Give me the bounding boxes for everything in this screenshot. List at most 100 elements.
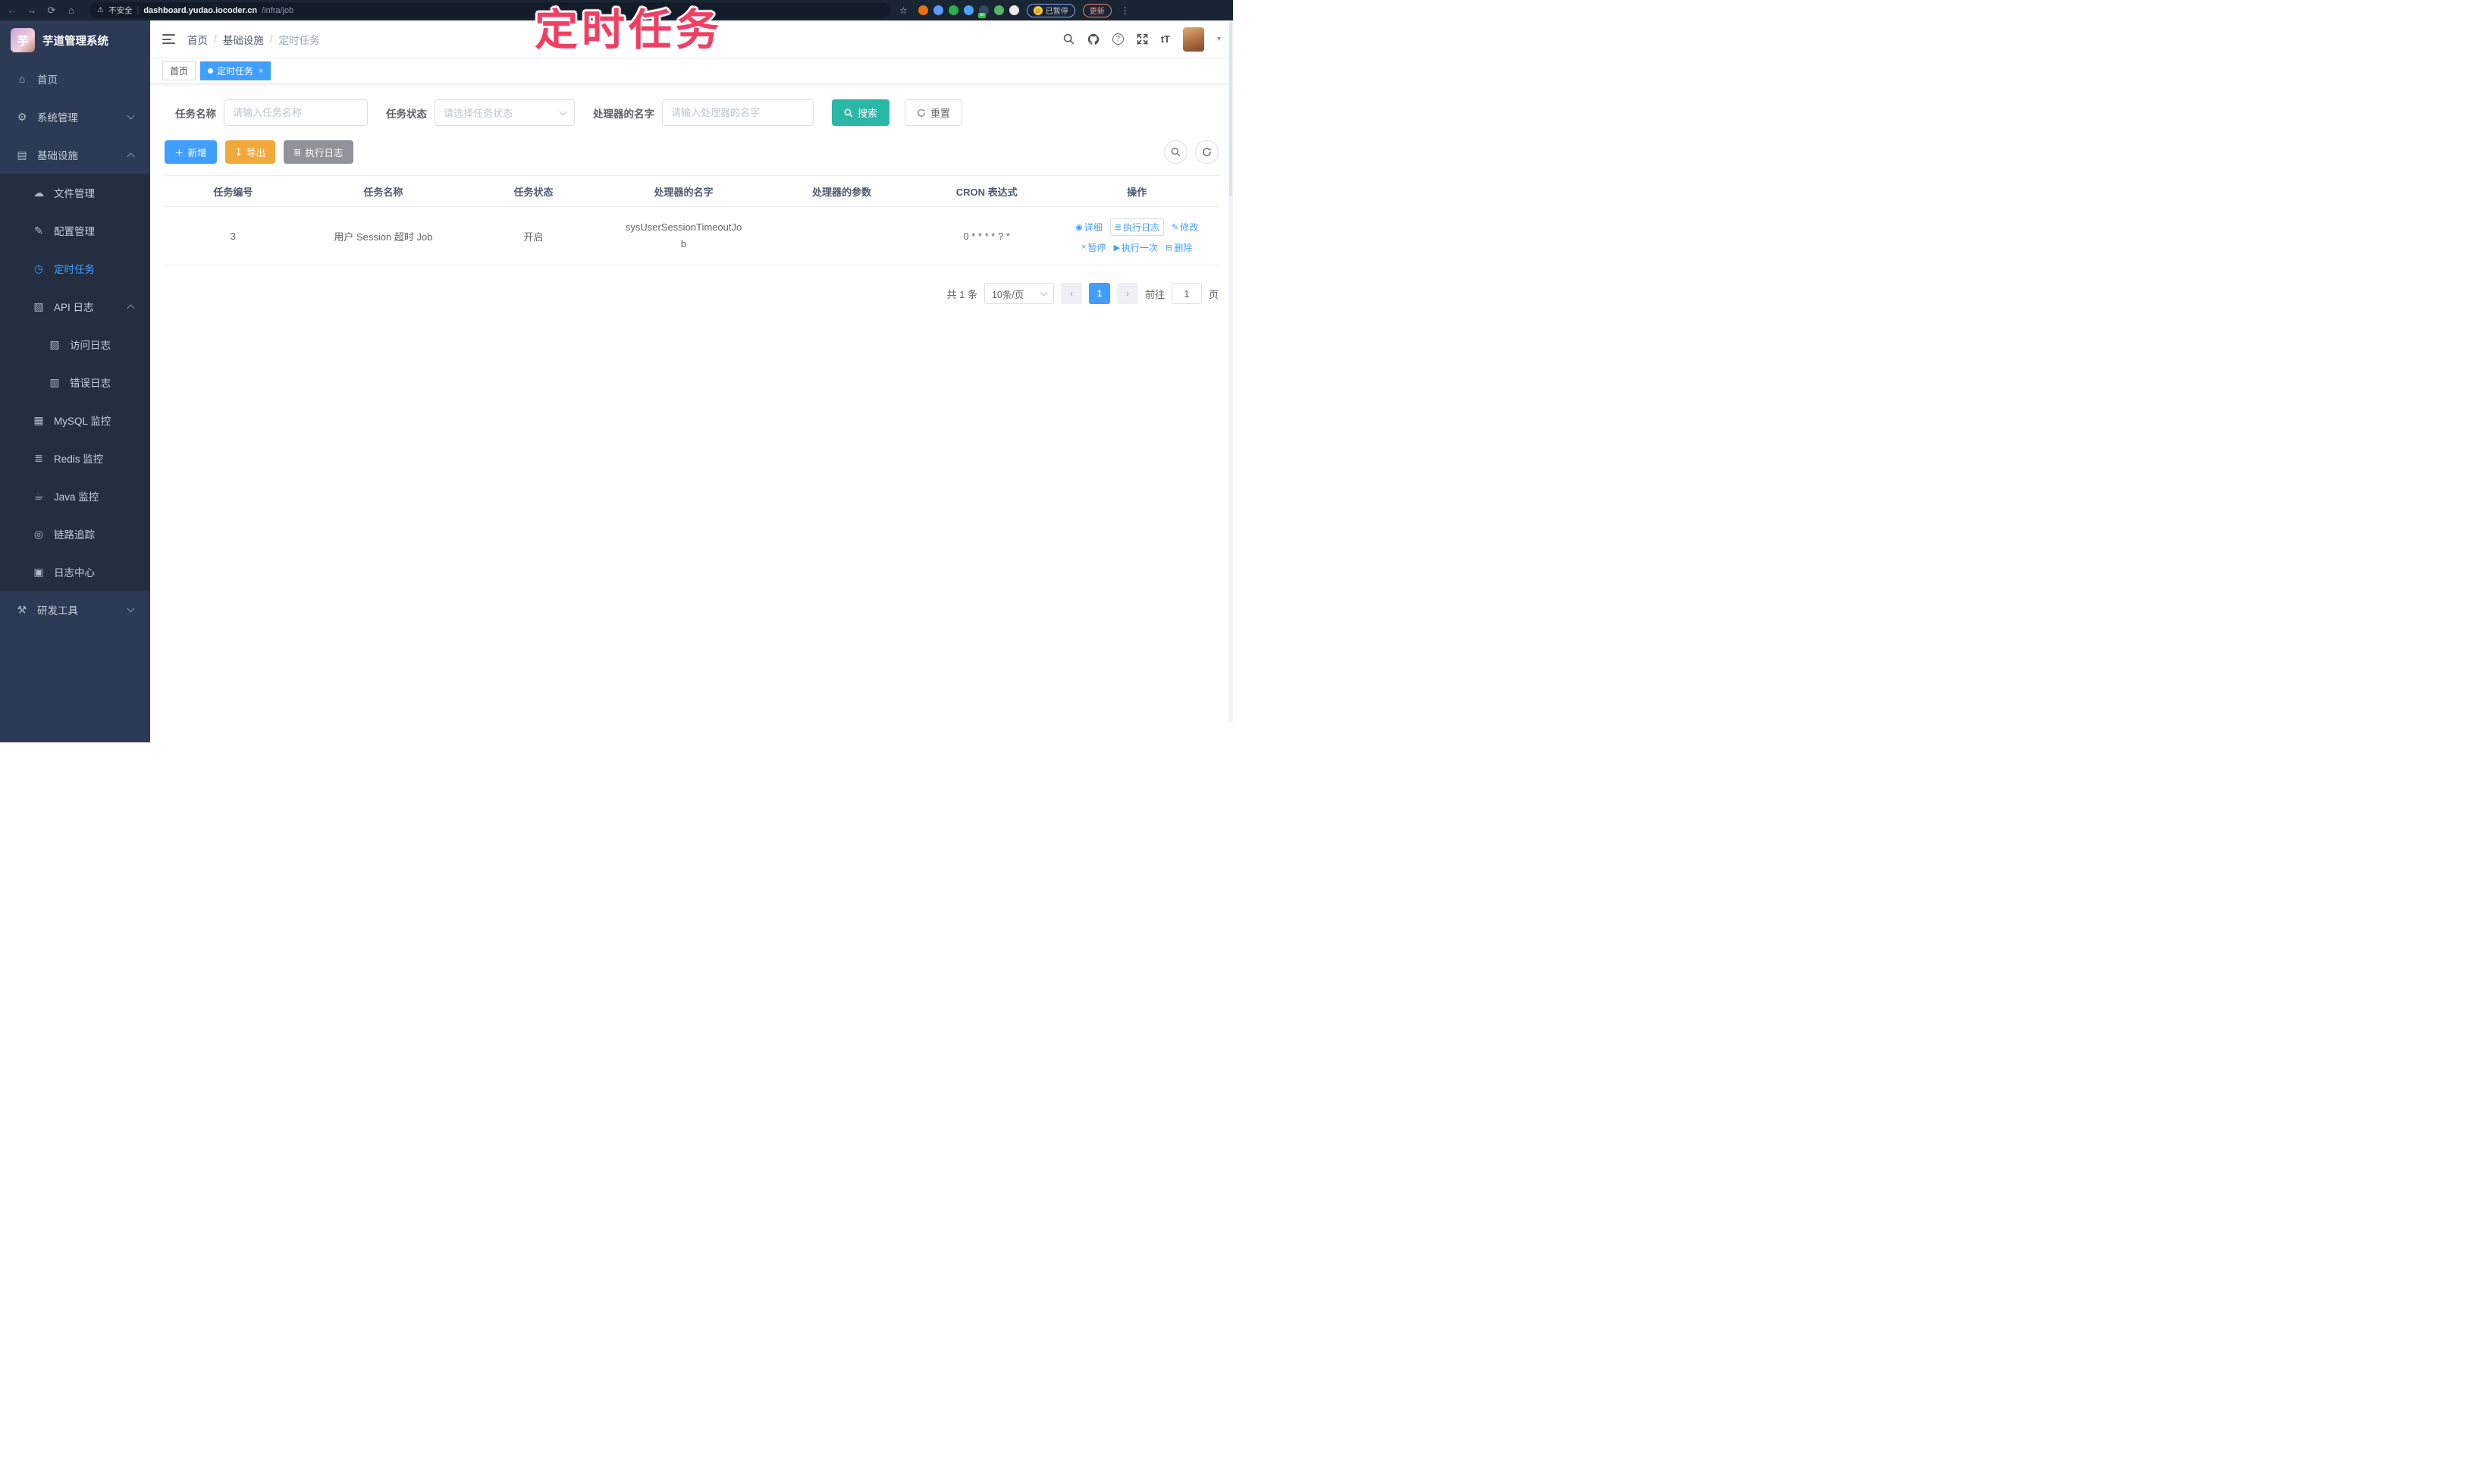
tag-close-icon[interactable]: × — [259, 67, 263, 76]
redis-icon: ≣ — [34, 451, 43, 464]
run-once-link[interactable]: ▶ 执行一次 — [1114, 241, 1158, 254]
extension-orange-icon[interactable] — [918, 5, 928, 15]
sidebar-item-dev-tools[interactable]: ⚒ 研发工具 — [0, 591, 150, 629]
sidebar-item-infra[interactable]: ▤ 基础设施 — [0, 136, 150, 174]
browser-reload-icon[interactable]: ⟳ — [45, 5, 58, 17]
extension-lighthouse-icon[interactable] — [963, 5, 974, 15]
download-icon: ↧ — [234, 147, 243, 158]
sidebar-item-api-log[interactable]: ▧ API 日志 — [0, 287, 150, 325]
filter-form: 任务名称 任务状态 请选择任务状态 处理器的名字 搜索 — [165, 99, 1219, 126]
job-status-select[interactable]: 请选择任务状态 — [435, 99, 575, 126]
export-button[interactable]: ↧ 导出 — [224, 140, 276, 164]
row-exec-log-link[interactable]: ≣ 执行日志 — [1109, 218, 1165, 236]
breadcrumb-infra[interactable]: 基础设施 — [223, 32, 264, 47]
bookmark-star-icon[interactable]: ☆ — [899, 5, 908, 16]
pause-link[interactable]: × 暂停 — [1081, 241, 1106, 254]
edit-link[interactable]: ✎ 修改 — [1172, 221, 1198, 234]
plus-icon: ＋ — [174, 148, 184, 158]
sidebar-item-job[interactable]: ◷ 定时任务 — [0, 249, 150, 287]
handler-name-input[interactable] — [671, 107, 805, 118]
tag-label: 首页 — [170, 66, 189, 77]
extension-green-check-icon[interactable] — [948, 5, 958, 15]
delete-link[interactable]: ⊟ 删除 — [1166, 241, 1192, 254]
extension-blue-icon[interactable] — [933, 5, 943, 15]
reset-button-label: 重置 — [930, 108, 951, 119]
list-icon: ≣ — [293, 147, 302, 158]
top-navbar: 首页 / 基础设施 / 定时任务 ? tT ▾ — [150, 20, 1233, 58]
sidebar-item-label: 错误日志 — [70, 378, 111, 389]
browser-back-icon[interactable]: ← — [6, 5, 18, 16]
cell-handler-param — [765, 231, 918, 240]
export-button-label: 导出 — [246, 148, 266, 158]
search-toggle-button[interactable] — [1164, 140, 1188, 164]
github-icon[interactable] — [1087, 33, 1100, 45]
sidebar-item-java[interactable]: ☕ Java 监控 — [0, 477, 150, 515]
job-name-label: 任务名称 — [175, 108, 216, 120]
breadcrumb-home[interactable]: 首页 — [187, 32, 208, 47]
browser-chrome: ← → ⟳ ⌂ ⚠ 不安全 | dashboard.yudao.iocoder.… — [0, 0, 1233, 20]
job-name-input-wrap — [224, 99, 368, 126]
breadcrumb-separator: / — [269, 33, 273, 45]
goto-page-input-wrap — [1171, 283, 1202, 304]
cell-actions: ◉ 详细 ≣ 执行日志 ✎ 修改 × 暂停 ▶ 执行一次 ⊟ 删除 — [1055, 214, 1218, 259]
api-log-icon: ▧ — [33, 300, 44, 312]
cell-job-status: 开启 — [523, 231, 544, 243]
address-bar[interactable]: ⚠ 不安全 | dashboard.yudao.iocoder.cn /infr… — [89, 2, 890, 18]
sidebar-item-access-log[interactable]: ▨ 访问日志 — [0, 325, 150, 363]
refresh-button[interactable] — [1195, 140, 1219, 164]
job-name-input[interactable] — [233, 107, 359, 118]
extension-white-star-icon[interactable] — [1009, 5, 1019, 15]
sidebar-item-redis[interactable]: ≣ Redis 监控 — [0, 439, 150, 477]
sidebar-item-error-log[interactable]: ▥ 错误日志 — [0, 363, 150, 401]
prev-page-button[interactable]: ‹ — [1060, 283, 1082, 304]
edit-icon: ✎ — [34, 224, 43, 237]
page-size-select[interactable]: 10条/页 — [984, 283, 1054, 304]
sidebar-item-label: 访问日志 — [70, 340, 111, 351]
page-scrollbar[interactable] — [1228, 20, 1233, 722]
sidebar-submenu: ☁ 文件管理 ✎ 配置管理 ◷ 定时任务 ▧ API 日志 ▨ 访问日志 ▥ 错误日志 ▦ MySQL 监… — [0, 174, 150, 591]
tag-home[interactable]: 首页 — [162, 61, 196, 80]
search-icon[interactable] — [1063, 33, 1075, 45]
browser-menu-icon[interactable]: ⋮ — [1121, 5, 1130, 16]
add-button[interactable]: ＋ 新增 — [165, 140, 217, 164]
sidebar-item-label: 链路追踪 — [54, 529, 95, 541]
sidebar-item-mysql[interactable]: ▦ MySQL 监控 — [0, 401, 150, 439]
avatar-caret-icon[interactable]: ▾ — [1217, 35, 1221, 43]
app-logo-row[interactable]: 芋 芋道管理系统 — [0, 20, 150, 60]
home-icon: ⌂ — [18, 73, 26, 85]
extension-proxy-icon[interactable]: on — [977, 5, 989, 18]
browser-home-icon[interactable]: ⌂ — [65, 5, 77, 16]
sidebar-collapse-icon[interactable] — [162, 34, 175, 44]
sidebar-item-system[interactable]: ⚙ 系统管理 — [0, 98, 150, 136]
font-size-icon[interactable]: tT — [1161, 33, 1170, 45]
sidebar-item-label: 定时任务 — [54, 264, 95, 275]
browser-update-button[interactable]: 更新 — [1082, 3, 1112, 17]
user-avatar[interactable] — [1182, 27, 1204, 52]
sidebar-item-label: 系统管理 — [37, 112, 78, 124]
sidebar-item-trace[interactable]: ◎ 链路追踪 — [0, 515, 150, 553]
scrollbar-thumb[interactable] — [1229, 22, 1232, 196]
help-icon[interactable]: ? — [1112, 33, 1124, 45]
extensions-paused-button[interactable]: ☺ 已暂停 — [1026, 3, 1075, 17]
sidebar-item-file[interactable]: ☁ 文件管理 — [0, 174, 150, 212]
search-button[interactable]: 搜索 — [832, 99, 890, 126]
browser-forward-icon[interactable]: → — [26, 5, 38, 16]
page-unit-label: 页 — [1208, 288, 1219, 300]
fullscreen-icon[interactable] — [1137, 33, 1148, 45]
page-1-button[interactable]: 1 — [1088, 283, 1110, 304]
sidebar-menu: ⌂ 首页 ⚙ 系统管理 ▤ 基础设施 ☁ 文件管理 ✎ 配置管理 ◷ 定时任务 ▧ API 日志 ▨ 访问日志… — [0, 60, 150, 629]
extension-badge: on — [977, 13, 987, 18]
tag-label: 定时任务 — [217, 66, 254, 77]
sidebar-item-config[interactable]: ✎ 配置管理 — [0, 212, 150, 249]
security-label: 不安全 — [108, 6, 133, 15]
gear-icon: ⚙ — [17, 110, 27, 123]
detail-link[interactable]: ◉ 详细 — [1075, 221, 1103, 234]
sidebar-item-log-center[interactable]: ▣ 日志中心 — [0, 553, 150, 591]
next-page-button[interactable]: › — [1116, 283, 1138, 304]
goto-page-input[interactable] — [1175, 287, 1198, 300]
extension-leaf-icon[interactable] — [993, 5, 1004, 15]
exec-log-button[interactable]: ≣ 执行日志 — [284, 140, 353, 164]
reset-button[interactable]: 重置 — [905, 99, 963, 126]
sidebar-item-home[interactable]: ⌂ 首页 — [0, 60, 150, 98]
tag-job[interactable]: 定时任务 × — [200, 61, 271, 80]
